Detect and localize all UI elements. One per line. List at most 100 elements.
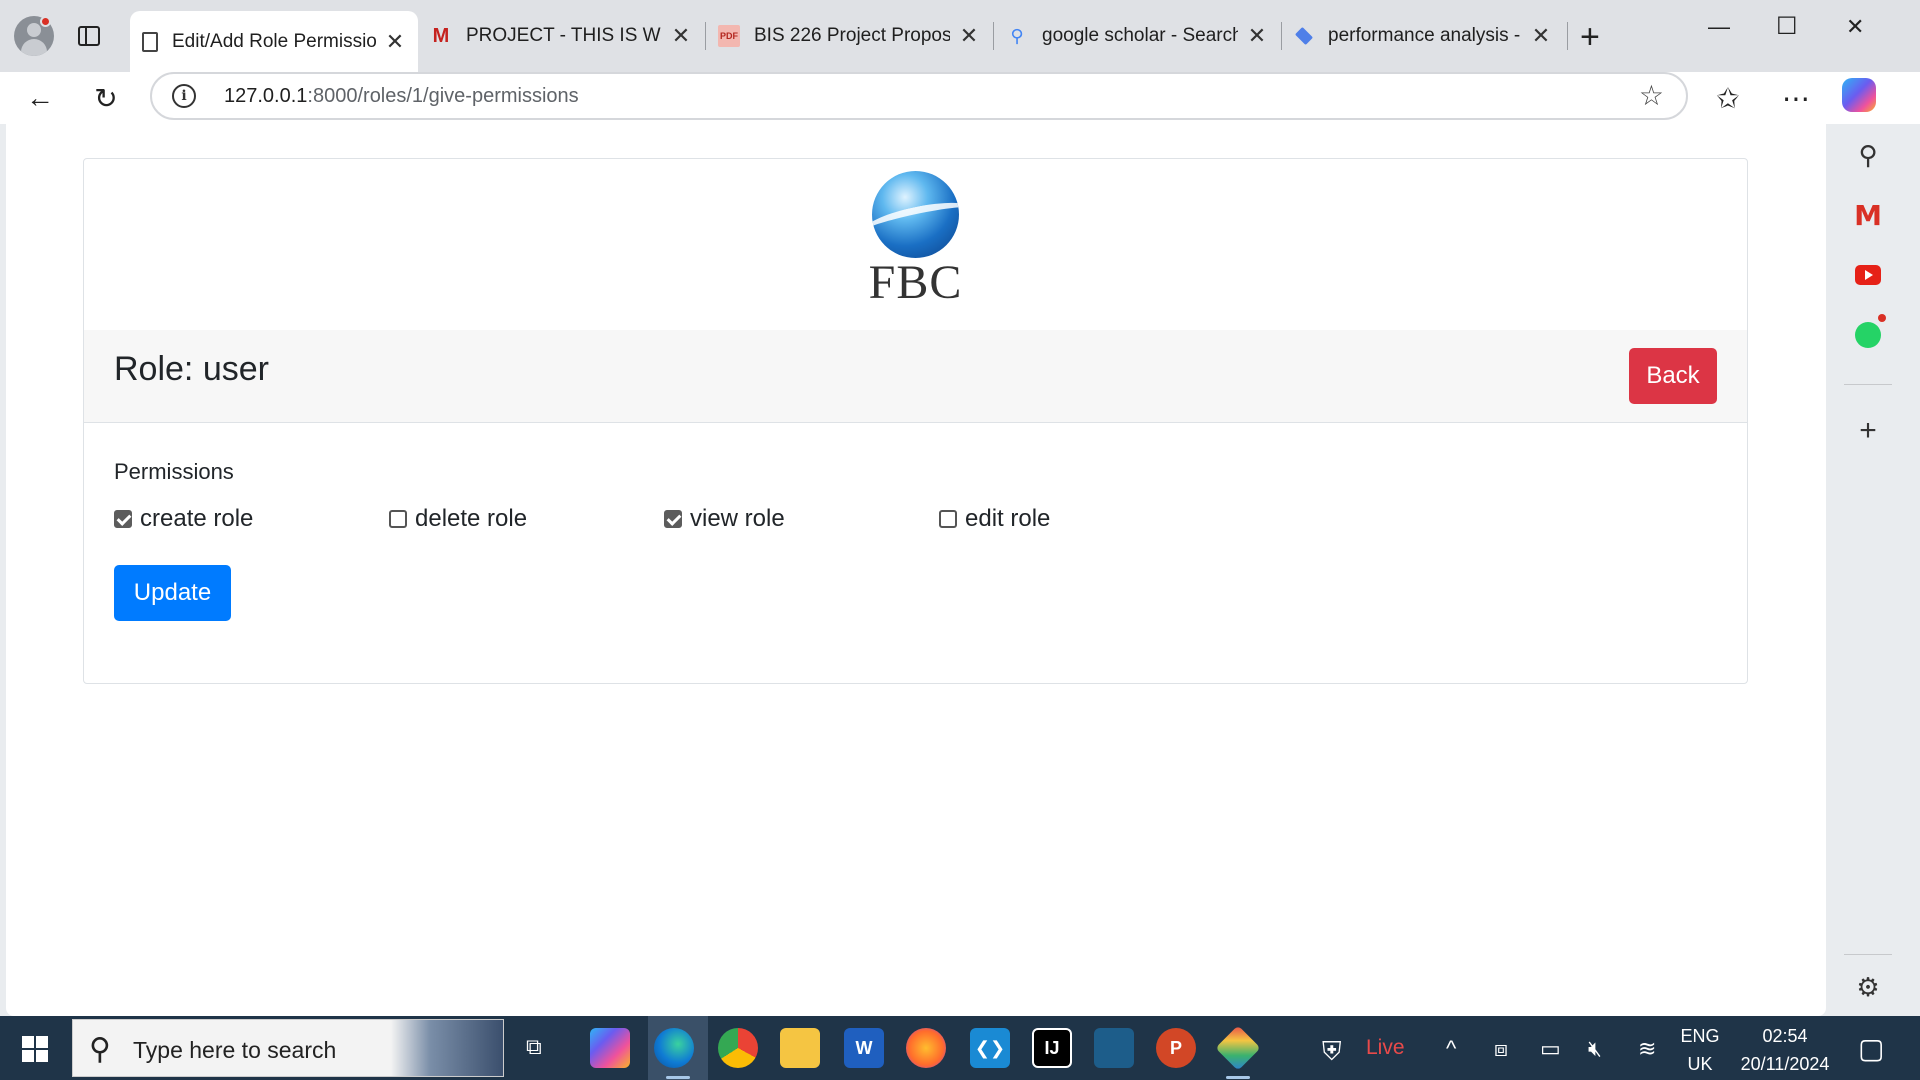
chrome-app-icon[interactable]	[718, 1028, 758, 1068]
page-viewport: FBC Role: user Back Permissions create r…	[6, 124, 1826, 1016]
permission-view-role[interactable]: view role	[664, 505, 785, 533]
browser-tab-strip: Edit/Add Role Permission ✕ M PROJECT - T…	[0, 0, 1920, 72]
fbc-globe-logo	[872, 171, 959, 258]
close-tab-icon[interactable]: ✕	[670, 23, 692, 49]
permission-label: view role	[690, 505, 785, 532]
running-indicator	[666, 1076, 690, 1079]
permissions-label: Permissions	[114, 459, 234, 484]
logo-area: FBC	[84, 159, 1747, 330]
tab-title: BIS 226 Project Proposal	[754, 25, 950, 46]
edge-sidebar: ⚲ M + ⚙	[1826, 124, 1920, 1016]
sports-news-icon[interactable]: ⛨	[1322, 1036, 1342, 1068]
pinned-app-icon[interactable]	[1215, 1025, 1261, 1071]
permission-label: create role	[140, 505, 254, 532]
pdf-icon: PDF	[718, 25, 740, 47]
close-tab-icon[interactable]: ✕	[384, 29, 406, 55]
new-tab-icon[interactable]: +	[1580, 18, 1600, 57]
tab-separator	[1567, 22, 1568, 50]
url-text[interactable]: 127.0.0.1:8000/roles/1/give-permissions	[224, 85, 579, 108]
vscode-app-icon[interactable]: ❮❯	[970, 1028, 1010, 1068]
edge-app-icon[interactable]	[654, 1028, 694, 1068]
tab-edit-role-permission[interactable]: Edit/Add Role Permission ✕	[130, 11, 418, 72]
copilot-icon[interactable]	[1842, 78, 1876, 112]
reload-icon[interactable]: ↻	[86, 78, 126, 118]
url-path: :8000/roles/1/give-permissions	[307, 85, 579, 107]
tab-project-proposal[interactable]: PDF BIS 226 Project Proposal ✕	[706, 11, 992, 61]
site-info-icon[interactable]: i	[172, 84, 196, 108]
back-button[interactable]: Back	[1629, 348, 1717, 404]
more-options-icon[interactable]: ⋯	[1776, 78, 1816, 118]
wifi-icon[interactable]: ≋	[1638, 1036, 1656, 1062]
taskbar-search-box[interactable]: ⚲ Type here to search	[72, 1019, 504, 1077]
sidebar-add-icon[interactable]: +	[1851, 414, 1885, 448]
search-icon: ⚲	[89, 1033, 111, 1066]
task-view-icon[interactable]: ⧉	[526, 1034, 542, 1060]
permissions-card: FBC Role: user Back Permissions create r…	[83, 158, 1748, 684]
sidebar-separator	[1844, 954, 1892, 955]
input-language[interactable]: ENG	[1680, 1026, 1720, 1047]
sidebar-search-icon[interactable]: ⚲	[1851, 138, 1885, 172]
intellij-app-icon[interactable]: IJ	[1032, 1028, 1072, 1068]
create-role-checkbox[interactable]	[114, 510, 132, 528]
tab-actions-icon[interactable]	[72, 20, 104, 52]
permission-create-role[interactable]: create role	[114, 505, 253, 533]
tab-google-scholar[interactable]: ⚲ google scholar - Search ✕	[994, 11, 1280, 61]
word-app-icon[interactable]: W	[844, 1028, 884, 1068]
speaker-muted-icon[interactable]: 🔇︎	[1588, 1036, 1602, 1062]
sidebar-separator	[1844, 384, 1892, 385]
close-tab-icon[interactable]: ✕	[958, 23, 980, 49]
input-region[interactable]: UK	[1680, 1054, 1720, 1075]
file-explorer-icon[interactable]	[780, 1028, 820, 1068]
document-icon	[142, 31, 158, 52]
permission-delete-role[interactable]: delete role	[389, 505, 527, 533]
permission-label: edit role	[965, 505, 1051, 532]
tab-title: performance analysis - G	[1328, 25, 1522, 46]
firefox-app-icon[interactable]	[906, 1028, 946, 1068]
notification-dot	[1878, 314, 1886, 322]
close-tab-icon[interactable]: ✕	[1246, 23, 1268, 49]
page-title: Role: user	[114, 350, 269, 388]
sidebar-settings-icon[interactable]: ⚙	[1851, 970, 1885, 1004]
battery-icon[interactable]: ▭	[1540, 1036, 1561, 1062]
permission-edit-role[interactable]: edit role	[939, 505, 1050, 533]
back-arrow-icon[interactable]: ←	[20, 78, 60, 118]
window-close-icon[interactable]: ✕	[1846, 14, 1864, 40]
permission-label: delete role	[415, 505, 528, 532]
show-hidden-icons-icon[interactable]: ^	[1446, 1036, 1456, 1062]
mysql-workbench-icon[interactable]	[1094, 1028, 1134, 1068]
tab-title: Edit/Add Role Permission	[172, 30, 376, 52]
maximize-icon[interactable]: ☐	[1776, 12, 1798, 41]
edit-role-checkbox[interactable]	[939, 510, 957, 528]
favorites-icon[interactable]: ✩	[1708, 78, 1748, 118]
view-role-checkbox[interactable]	[664, 510, 682, 528]
sidebar-gmail-icon[interactable]: M	[1851, 198, 1885, 232]
tab-title: PROJECT - THIS IS WHAT	[466, 25, 662, 46]
sidebar-whatsapp-icon[interactable]	[1851, 318, 1885, 352]
minimize-icon[interactable]: —	[1708, 14, 1730, 40]
notifications-icon[interactable]: ▢	[1858, 1032, 1884, 1065]
sidebar-youtube-icon[interactable]	[1851, 258, 1885, 292]
live-label[interactable]: Live	[1366, 1036, 1405, 1060]
tab-gmail-project[interactable]: M PROJECT - THIS IS WHAT ✕	[418, 11, 704, 61]
favorite-star-icon[interactable]: ☆	[1639, 79, 1664, 112]
browser-toolbar: ← ↻ i 127.0.0.1:8000/roles/1/give-permis…	[0, 72, 1920, 124]
gemini-icon	[1294, 26, 1314, 46]
logo-text: FBC	[868, 256, 963, 309]
copilot-app-icon[interactable]	[590, 1028, 630, 1068]
powerpoint-app-icon[interactable]: P	[1156, 1028, 1196, 1068]
tab-performance-analysis[interactable]: performance analysis - G ✕	[1282, 11, 1564, 61]
running-indicator	[1226, 1076, 1250, 1079]
windows-start-icon[interactable]	[22, 1036, 48, 1062]
address-bar[interactable]: i 127.0.0.1:8000/roles/1/give-permission…	[150, 72, 1688, 120]
tab-title: google scholar - Search	[1042, 25, 1238, 46]
update-button[interactable]: Update	[114, 565, 231, 621]
windows-taskbar: ⚲ Type here to search ⧉ W ❮❯ IJ P ⛨ Live…	[0, 1016, 1920, 1080]
url-host: 127.0.0.1	[224, 85, 308, 107]
clock-date[interactable]: 20/11/2024	[1730, 1054, 1840, 1075]
meet-now-icon[interactable]: ⧈	[1494, 1036, 1508, 1062]
search-highlight-image	[391, 1020, 503, 1076]
clock-time[interactable]: 02:54	[1730, 1026, 1840, 1047]
delete-role-checkbox[interactable]	[389, 510, 407, 528]
close-tab-icon[interactable]: ✕	[1530, 23, 1552, 49]
search-icon: ⚲	[1010, 25, 1024, 46]
